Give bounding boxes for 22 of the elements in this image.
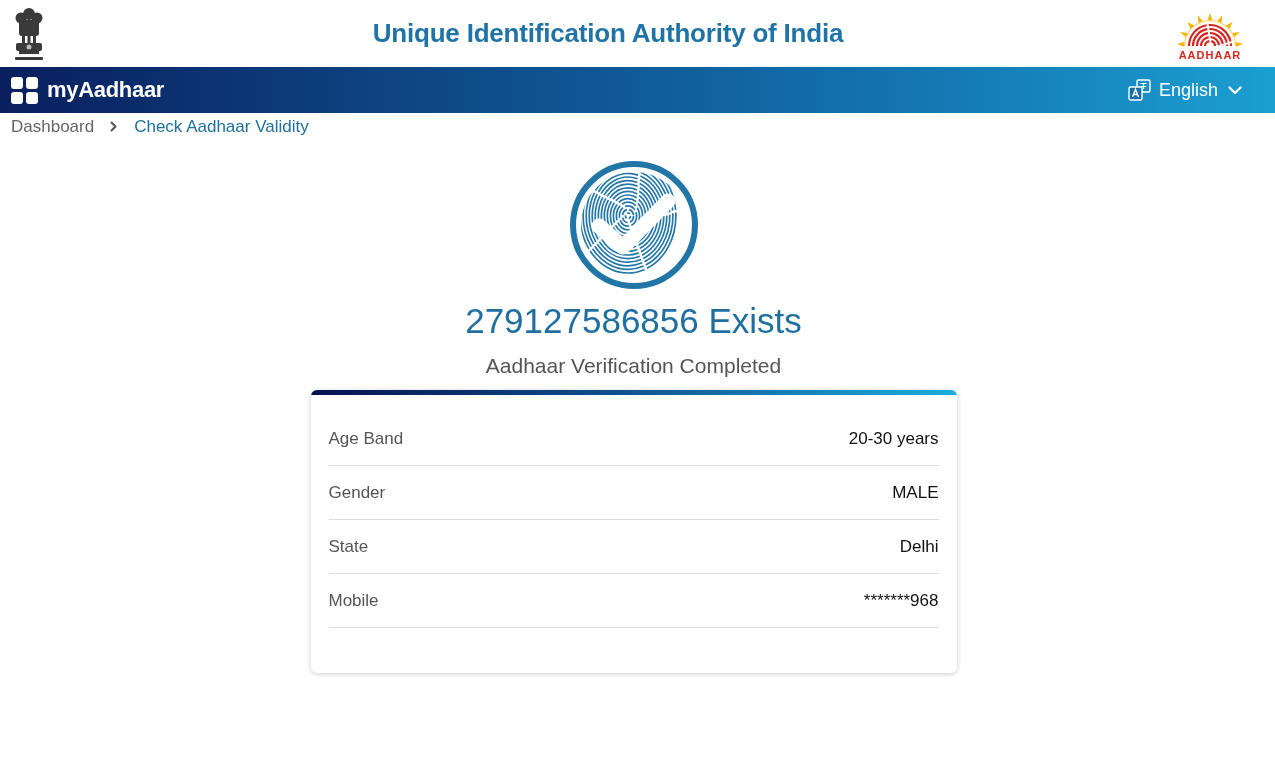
chevron-right-icon — [110, 121, 119, 132]
app-name: myAadhaar — [47, 77, 165, 103]
detail-label: Gender — [328, 482, 386, 503]
result-subtitle: Aadhaar Verification Completed — [485, 353, 782, 379]
site-title: Unique Identification Authority of India — [372, 18, 844, 49]
logo-text: AADHAAR — [1178, 48, 1242, 62]
detail-label: Mobile — [328, 590, 379, 611]
result-heading: 279127586856 Exists — [465, 300, 802, 342]
detail-value: 20-30 years — [848, 428, 939, 449]
detail-value: MALE — [892, 482, 939, 503]
app-grid-icon[interactable] — [11, 76, 38, 104]
emblem-icon — [12, 6, 46, 62]
detail-label: Age Band — [328, 428, 404, 449]
detail-value: *******968 — [863, 590, 939, 611]
breadcrumb-link[interactable]: Dashboard — [11, 116, 95, 137]
chevron-down-icon — [1228, 85, 1242, 95]
detail-value: Delhi — [899, 536, 939, 557]
translate-icon — [1127, 79, 1151, 101]
language-selector[interactable]: English — [1127, 79, 1242, 101]
breadcrumb-link[interactable]: Check Aadhaar Validity — [134, 116, 309, 137]
fingerprint-check-icon — [568, 160, 699, 290]
detail-label: State — [328, 536, 369, 557]
